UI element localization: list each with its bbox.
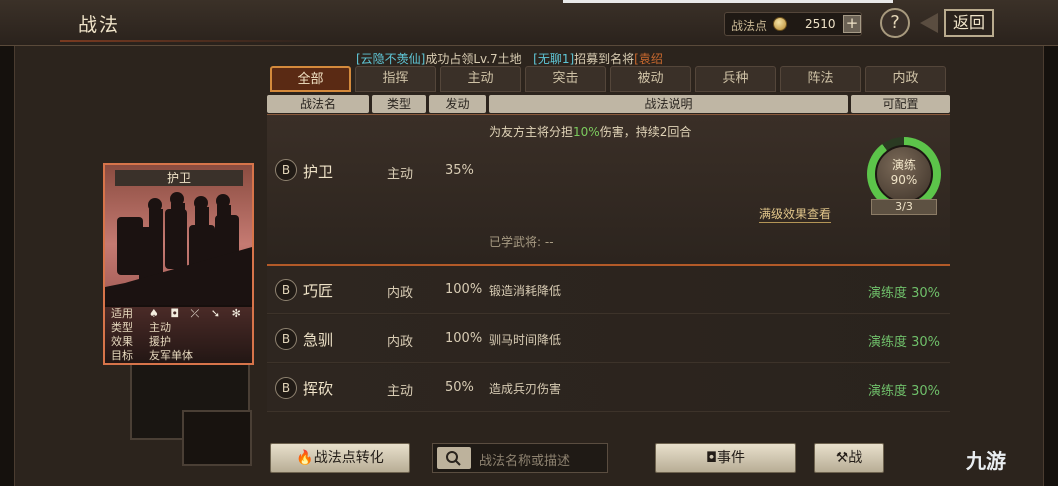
grade-badge: B (275, 159, 297, 181)
column-header-name[interactable]: 战法名 (267, 95, 369, 113)
watermark-logo: 九游 (966, 449, 1006, 473)
tab-all[interactable]: 全部 (270, 66, 351, 92)
tactic-rate: 100% (445, 282, 483, 297)
tactic-row[interactable]: B 巧匠 内政 100% 锻造消耗降低 演练度 30% (267, 266, 950, 314)
search-icon[interactable] (437, 447, 471, 469)
tactic-card: 护卫 适用 ♠ ◘ ⤫ ➘ ✻ 类型 主动 效果 援护 目标 友军单体 (103, 163, 254, 365)
grade-badge: B (275, 279, 297, 301)
tactic-description: 造成兵刃伤害 (489, 382, 562, 396)
tab-command[interactable]: 指挥 (355, 66, 436, 92)
coin-icon (773, 17, 787, 31)
news-text2: 招募到名将 (574, 52, 635, 66)
page-title: 战法 (78, 14, 121, 36)
search-placeholder: 战法名称或描述 (479, 454, 571, 469)
convert-points-button[interactable]: 🔥战法点转化 (270, 443, 410, 473)
desc-percent: 10% (573, 125, 600, 139)
tactic-mastery: 演练度 30% (867, 335, 940, 350)
tab-troop[interactable]: 兵种 (695, 66, 776, 92)
tactic-name: 挥砍 (303, 380, 334, 398)
card-stack-back-2 (182, 410, 252, 466)
tactic-name: 巧匠 (303, 282, 334, 300)
tactic-rate: 100% (445, 331, 483, 346)
learned-generals: 已学武将: -- (489, 235, 554, 249)
tab-internal[interactable]: 内政 (865, 66, 946, 92)
column-header-description: 战法说明 (489, 95, 848, 113)
add-points-button[interactable]: + (843, 15, 861, 33)
tactic-rate: 50% (445, 380, 474, 395)
tactic-mastery: 演练度 30% (867, 286, 940, 301)
help-button[interactable]: ? (880, 8, 910, 38)
tab-formation[interactable]: 阵法 (780, 66, 861, 92)
column-header-configurable[interactable]: 可配置 (851, 95, 950, 113)
mastery-value: 90% (890, 173, 918, 187)
back-label: 返回 (944, 9, 994, 37)
desc-pre: 为友方主将分担 (489, 125, 574, 139)
mastery-orb: 演练 90% (875, 145, 933, 203)
tactic-rate: 35% (445, 163, 474, 178)
column-header-type[interactable]: 类型 (372, 95, 426, 113)
card-info-applicable: 适用 ♠ ◘ ⤫ ➘ ✻ (111, 307, 245, 320)
card-info-target: 目标 友军单体 (111, 349, 193, 362)
grade-badge: B (275, 377, 297, 399)
card-info-effect: 效果 援护 (111, 335, 171, 348)
tactic-description: 为友方主将分担10%伤害，持续2回合 (489, 123, 691, 140)
news-player2: [无聊1] (533, 52, 575, 66)
tactic-row[interactable]: B 挥砍 主动 50% 造成兵刃伤害 演练度 30% (267, 364, 950, 412)
soldiers-artwork (105, 192, 252, 307)
card-info-panel: 适用 ♠ ◘ ⤫ ➘ ✻ 类型 主动 效果 援护 目标 友军单体 (105, 305, 252, 363)
tactic-row-selected[interactable]: B 护卫 主动 35% 为友方主将分担10%伤害，持续2回合 已学武将: -- … (267, 114, 950, 266)
grade-badge: B (275, 328, 297, 350)
news-general: [袁绍 (634, 52, 663, 66)
back-arrow-icon (920, 13, 938, 33)
screen-edge-strip (563, 0, 893, 3)
tactic-name: 急驯 (303, 331, 334, 349)
card-title: 护卫 (115, 170, 243, 186)
tactic-type: 主动 (387, 167, 414, 182)
mastery-count: 3/3 (871, 199, 937, 215)
tactic-type: 内政 (387, 335, 414, 350)
tactic-type: 主动 (387, 384, 414, 399)
tab-assault[interactable]: 突击 (525, 66, 606, 92)
back-button[interactable]: 返回 (920, 9, 998, 37)
tactic-list: B 护卫 主动 35% 为友方主将分担10%伤害，持续2回合 已学武将: -- … (267, 114, 950, 436)
tactic-row[interactable]: B 急驯 内政 100% 驯马时间降低 演练度 30% (267, 315, 950, 363)
tactic-points-box: 战法点 2510 + (724, 12, 862, 36)
news-text1: 成功占领Lv.7土地 (425, 52, 522, 66)
news-player1: [云隐不羡仙] (356, 52, 426, 66)
mastery-label: 演练 (891, 158, 916, 172)
battle-button[interactable]: ⚒战 (814, 443, 884, 473)
hammer-icon: ⚒ (835, 450, 849, 466)
column-header-rate[interactable]: 发动 (429, 95, 486, 113)
title-underline (60, 40, 320, 42)
points-value: 2510 (805, 17, 836, 31)
flame-icon: 🔥 (296, 450, 314, 466)
event-icon: ◘ (705, 450, 718, 466)
tactic-description: 锻造消耗降低 (489, 284, 562, 298)
tactic-name: 护卫 (303, 163, 334, 181)
event-button[interactable]: ◘事件 (655, 443, 796, 473)
tactic-mastery: 演练度 30% (867, 384, 940, 399)
troop-type-icons: ♠ ◘ ⤫ ➘ ✻ (149, 307, 245, 320)
max-effect-link[interactable]: 满级效果查看 (759, 205, 832, 223)
news-ticker: [云隐不羡仙]成功占领Lv.7土地 [无聊1]招募到名将[袁绍 (356, 50, 663, 67)
tactic-type: 内政 (387, 286, 414, 301)
search-input[interactable]: 战法名称或描述 (432, 443, 608, 473)
tab-passive[interactable]: 被动 (610, 66, 691, 92)
card-info-type: 类型 主动 (111, 321, 171, 334)
tactic-description: 驯马时间降低 (489, 333, 562, 347)
top-bar: 战法 战法点 2510 + ? 返回 (0, 0, 1058, 46)
desc-post: 伤害，持续2回合 (599, 125, 692, 139)
tab-active[interactable]: 主动 (440, 66, 521, 92)
points-label: 战法点 (731, 19, 768, 33)
category-tabs: 全部 指挥 主动 突击 被动 兵种 阵法 内政 (270, 66, 950, 92)
